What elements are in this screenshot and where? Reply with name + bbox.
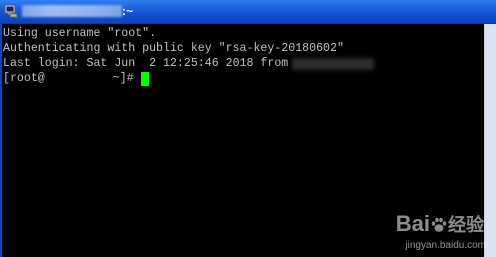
prompt-suffix: ~]#: [112, 72, 134, 85]
terminal-window: :~ Using username "root". Authenticating…: [0, 0, 496, 257]
terminal-line-authenticating: Authenticating with public key "rsa-key-…: [3, 42, 344, 55]
terminal-cursor[interactable]: [140, 72, 149, 86]
redacted-hostname: [46, 73, 111, 85]
prompt-prefix: [root@: [3, 72, 45, 85]
title-redacted-host: [22, 5, 122, 17]
watermark-url: jingyan.baidu.com: [405, 240, 486, 251]
putty-terminal-icon[interactable]: [4, 3, 20, 19]
watermark-logo-text-2: 经验: [448, 215, 484, 235]
paw-icon: [431, 217, 447, 232]
watermark-logo-text: Bai: [395, 211, 430, 236]
window-title-suffix: :~: [122, 4, 134, 18]
window-frame-left: [0, 24, 2, 257]
terminal-line-username: Using username "root".: [3, 27, 157, 40]
watermark: Bai 经验 jingyan.baidu.com: [368, 211, 488, 251]
title-bar[interactable]: :~: [0, 0, 496, 24]
watermark-logo: Bai 经验: [396, 211, 484, 237]
redacted-ip-address: [292, 58, 375, 70]
terminal-line-last-login: Last login: Sat Jun 2 12:25:46 2018 from: [3, 56, 375, 72]
last-login-text: Last login: Sat Jun 2 12:25:46 2018 from: [3, 57, 289, 70]
terminal-prompt-line: [root@ ~]#: [3, 71, 149, 87]
